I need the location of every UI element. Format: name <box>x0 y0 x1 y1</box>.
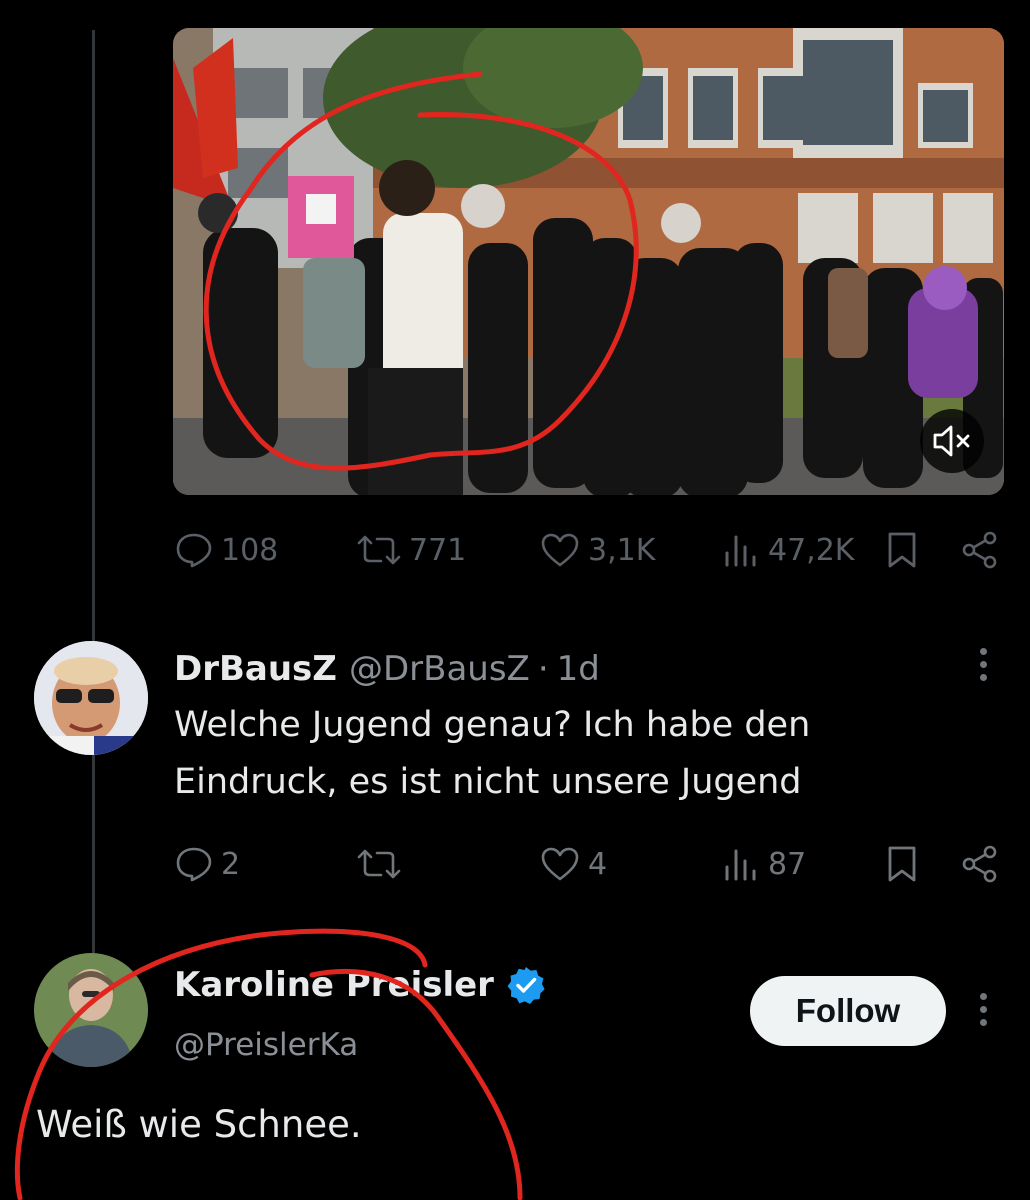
share-icon <box>962 845 997 883</box>
more-icon <box>979 993 987 1000</box>
like-icon <box>541 847 579 881</box>
like-count: 3,1K <box>588 532 656 568</box>
mute-button[interactable] <box>920 409 984 473</box>
like-count: 4 <box>588 846 608 882</box>
more-icon <box>979 648 987 655</box>
more-options-button[interactable] <box>973 648 993 681</box>
views-button[interactable]: 47,2K <box>722 528 854 572</box>
tweet-action-bar: 108 771 3,1K 47,2K <box>0 528 1030 572</box>
views-icon <box>725 849 756 881</box>
thread-connector-line <box>92 30 95 960</box>
verified-icon <box>507 967 545 1004</box>
reply-text-line1: Welche Jugend genau? Ich habe den <box>174 705 811 745</box>
reply-text: Welche Jugend genau? Ich habe den Eindru… <box>174 697 810 811</box>
share-icon <box>962 531 997 569</box>
bookmark-button[interactable] <box>886 528 918 572</box>
bookmark-button[interactable] <box>886 842 918 886</box>
views-button[interactable]: 87 <box>722 842 806 886</box>
more-icon-dot <box>979 661 987 668</box>
more-icon-dot <box>979 674 987 681</box>
author-name[interactable]: Karoline Preisler <box>174 965 494 1005</box>
avatar-karoline-preisler[interactable] <box>34 953 148 1067</box>
views-icon <box>725 535 756 567</box>
like-icon <box>541 533 579 567</box>
reply-timestamp[interactable]: 1d <box>557 649 600 689</box>
view-count: 87 <box>768 846 807 882</box>
reply-header: DrBausZ @DrBausZ · 1d <box>174 644 600 694</box>
more-icon-dot <box>979 1006 987 1013</box>
reply-icon <box>176 847 212 882</box>
like-button[interactable]: 4 <box>540 842 607 886</box>
share-button[interactable] <box>960 842 1000 886</box>
repost-icon <box>357 849 401 879</box>
reply-button[interactable]: 2 <box>175 842 240 886</box>
author-name[interactable]: DrBausZ <box>174 649 337 689</box>
avatar-image <box>34 641 148 755</box>
video-frame-image <box>173 28 1004 495</box>
more-icon-dot <box>979 1019 987 1026</box>
repost-button[interactable] <box>357 842 401 886</box>
avatar-drbausz[interactable] <box>34 641 148 755</box>
share-button[interactable] <box>960 528 1000 572</box>
repost-count: 771 <box>409 532 467 568</box>
bookmark-icon <box>888 846 916 882</box>
author-handle[interactable]: @DrBausZ <box>349 649 530 689</box>
reply-icon <box>176 533 212 568</box>
repost-icon <box>357 535 401 565</box>
handle-line: @PreislerKa <box>174 1020 358 1070</box>
tweet-video[interactable] <box>173 28 1004 495</box>
more-options-button[interactable] <box>973 993 993 1026</box>
author-handle[interactable]: @PreislerKa <box>174 1027 358 1063</box>
repost-button[interactable]: 771 <box>357 528 466 572</box>
reply-count: 108 <box>221 532 279 568</box>
like-button[interactable]: 3,1K <box>540 528 655 572</box>
view-count: 47,2K <box>768 532 855 568</box>
reply-count: 2 <box>221 846 241 882</box>
reply-action-bar: 2 4 87 <box>0 842 1030 886</box>
bookmark-icon <box>888 532 916 568</box>
reply-text: Weiß wie Schnee. <box>36 1103 362 1146</box>
reply-header: Karoline Preisler <box>174 960 546 1010</box>
reply-button[interactable]: 108 <box>175 528 278 572</box>
follow-button[interactable]: Follow <box>750 976 946 1046</box>
reply-text-line2: Eindruck, es ist nicht unsere Jugend <box>174 762 802 802</box>
meta-separator: · <box>537 649 549 689</box>
avatar-image <box>34 953 148 1067</box>
mute-icon <box>933 425 970 457</box>
